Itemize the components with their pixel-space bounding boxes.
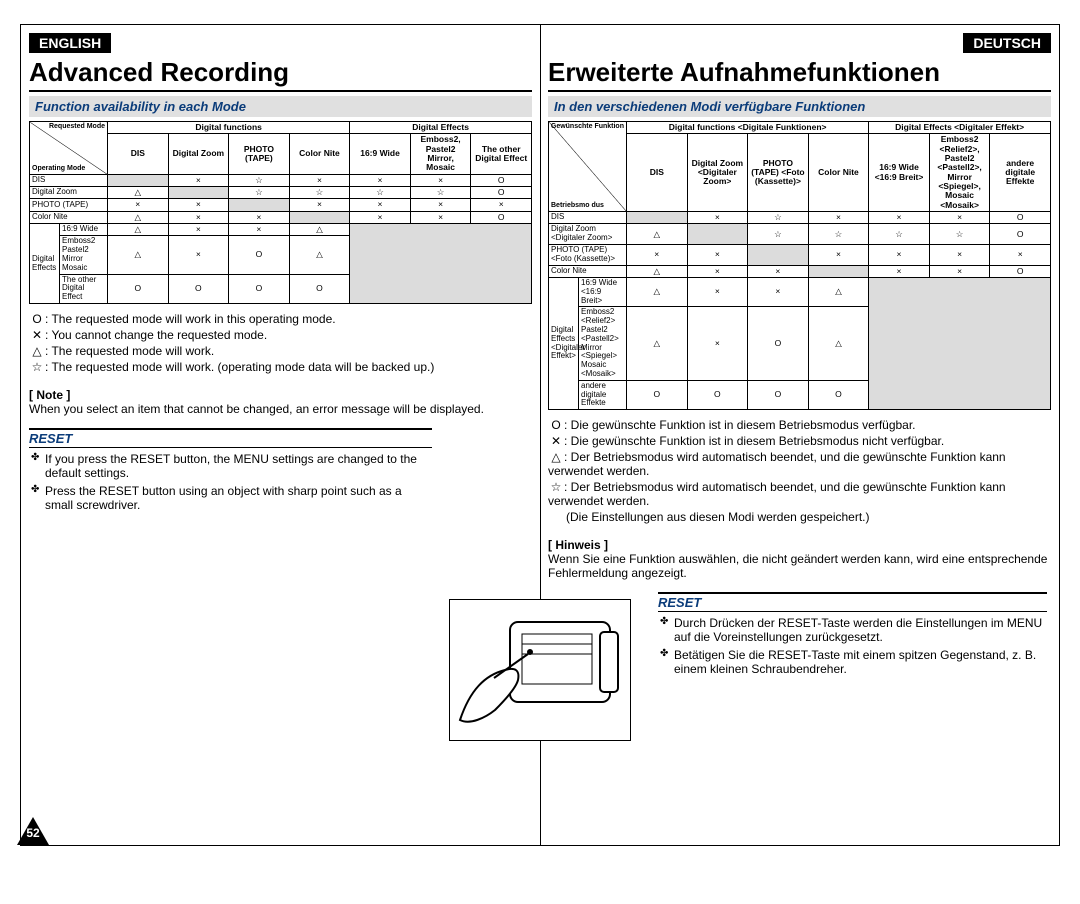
legend-de: O: Die gewünschte Funktion ist in diesem… — [548, 418, 1051, 524]
diag-header-en: Requested Mode Operating Mode — [30, 122, 108, 175]
page-number-badge: 52 — [15, 815, 51, 851]
lang-badge-en: ENGLISH — [29, 33, 111, 53]
reset-section-en: RESET If you press the RESET button, the… — [29, 428, 532, 512]
diag-header-de: Gewünschte Funktion Betriebsmo dus — [549, 122, 627, 212]
subhead-de: In den verschiedenen Modi verfügbare Fun… — [548, 96, 1051, 117]
note-label-de: [ Hinweis ] — [548, 538, 1051, 552]
lang-badge-de: DEUTSCH — [963, 33, 1051, 53]
reset-item: If you press the RESET button, the MENU … — [45, 452, 432, 480]
subhead-en: Function availability in each Mode — [29, 96, 532, 117]
title-en: Advanced Recording — [29, 57, 532, 92]
title-de: Erweiterte Aufnahmefunktionen — [548, 57, 1051, 92]
reset-item: Betätigen Sie die RESET-Taste mit einem … — [674, 648, 1047, 676]
function-table-en: Requested Mode Operating Mode Digital fu… — [29, 121, 532, 304]
reset-head-de: RESET — [658, 592, 1047, 612]
camcorder-reset-illustration — [449, 599, 631, 741]
legend-en: O: The requested mode will work in this … — [29, 312, 532, 374]
note-text-en: When you select an item that cannot be c… — [29, 402, 532, 416]
reset-head-en: RESET — [29, 428, 432, 448]
reset-item: Durch Drücken der RESET-Taste werden die… — [674, 616, 1047, 644]
reset-item: Press the RESET button using an object w… — [45, 484, 432, 512]
col-group1-en: Digital functions — [108, 122, 350, 134]
col-group1-de: Digital functions <Digitale Funktionen> — [627, 122, 869, 134]
note-label-en: [ Note ] — [29, 388, 532, 402]
function-table-de: Gewünschte Funktion Betriebsmo dus Digit… — [548, 121, 1051, 410]
note-text-de: Wenn Sie eine Funktion auswählen, die ni… — [548, 552, 1051, 580]
col-group2-de: Digital Effects <Digitaler Effekt> — [869, 122, 1051, 134]
col-group2-en: Digital Effects — [350, 122, 532, 134]
manual-page: ENGLISH Advanced Recording Function avai… — [20, 24, 1060, 846]
